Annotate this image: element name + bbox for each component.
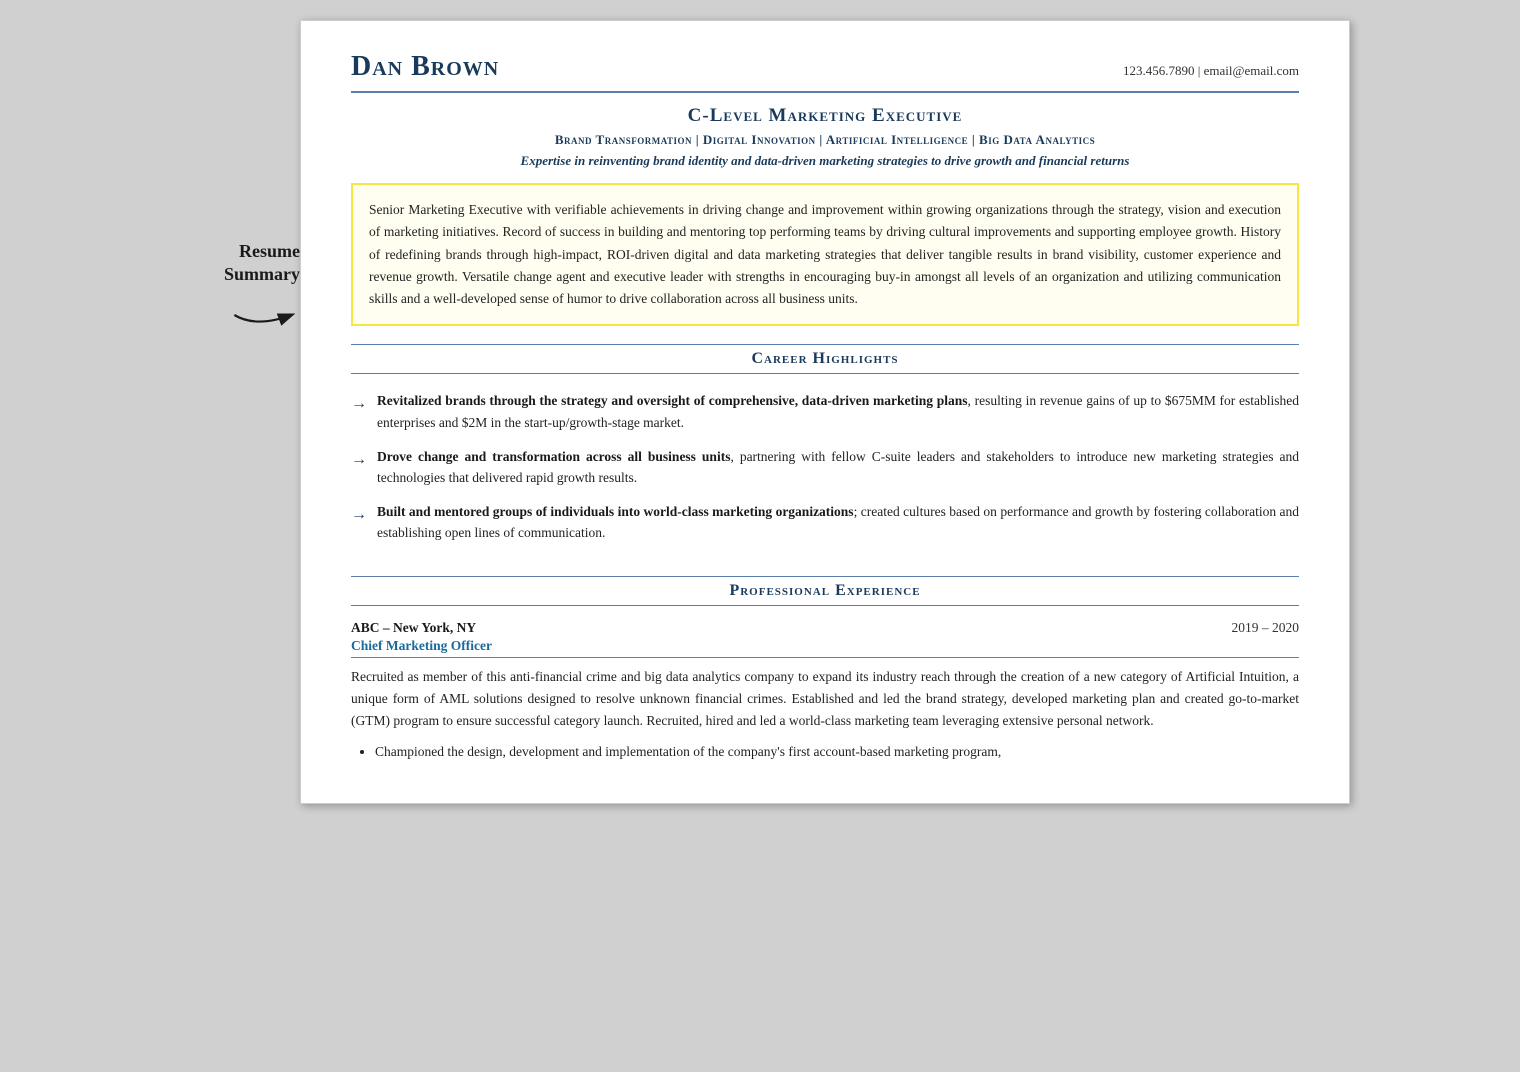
career-highlights-header: Career Highlights bbox=[351, 344, 1299, 374]
company-name: ABC – New York, NY bbox=[351, 620, 476, 636]
highlight-text-1: Revitalized brands through the strategy … bbox=[377, 390, 1299, 433]
company-bold: ABC bbox=[351, 620, 380, 635]
highlight-bold-2: Drove change and transformation across a… bbox=[377, 449, 730, 464]
professional-experience-header: Professional Experience bbox=[351, 576, 1299, 606]
highlight-text-3: Built and mentored groups of individuals… bbox=[377, 501, 1299, 544]
list-item: → Built and mentored groups of individua… bbox=[351, 501, 1299, 544]
job-bullets: Championed the design, development and i… bbox=[351, 741, 1299, 763]
bullet-arrow-icon: → bbox=[351, 502, 367, 528]
highlight-text-2: Drove change and transformation across a… bbox=[377, 446, 1299, 489]
highlight-bold-3: Built and mentored groups of individuals… bbox=[377, 504, 854, 519]
summary-text: Senior Marketing Executive with verifiab… bbox=[369, 202, 1281, 306]
role-title: Chief Marketing Officer bbox=[351, 638, 1299, 658]
title-block: C-Level Marketing Executive Brand Transf… bbox=[351, 105, 1299, 169]
specialties-line: Brand Transformation | Digital Innovatio… bbox=[351, 132, 1299, 148]
job-entry: ABC – New York, NY 2019 – 2020 Chief Mar… bbox=[351, 620, 1299, 763]
expertise-line: Expertise in reinventing brand identity … bbox=[351, 153, 1299, 169]
job-title: C-Level Marketing Executive bbox=[351, 105, 1299, 127]
arrow-annotation bbox=[230, 295, 300, 335]
candidate-name: Dan Brown bbox=[351, 51, 499, 83]
resume-document: Dan Brown 123.456.7890 | email@email.com… bbox=[300, 20, 1350, 804]
professional-experience-title: Professional Experience bbox=[351, 582, 1299, 600]
arrow-icon bbox=[230, 295, 300, 335]
job-description: Recruited as member of this anti-financi… bbox=[351, 666, 1299, 733]
date-range: 2019 – 2020 bbox=[1232, 620, 1300, 636]
company-suffix: – New York, NY bbox=[380, 620, 477, 635]
sidebar-annotation: Resume Summary bbox=[170, 20, 300, 335]
list-item: → Revitalized brands through the strateg… bbox=[351, 390, 1299, 433]
career-highlights-title: Career Highlights bbox=[351, 350, 1299, 368]
summary-box: Senior Marketing Executive with verifiab… bbox=[351, 183, 1299, 326]
list-item: → Drove change and transformation across… bbox=[351, 446, 1299, 489]
bullet-arrow-icon: → bbox=[351, 391, 367, 417]
header-section: Dan Brown 123.456.7890 | email@email.com bbox=[351, 51, 1299, 93]
highlights-list: → Revitalized brands through the strateg… bbox=[351, 380, 1299, 566]
highlight-bold-1: Revitalized brands through the strategy … bbox=[377, 393, 968, 408]
job-header-row: ABC – New York, NY 2019 – 2020 bbox=[351, 620, 1299, 636]
bullet-arrow-icon: → bbox=[351, 447, 367, 473]
sidebar-label-text: Resume Summary bbox=[224, 240, 300, 287]
list-item: Championed the design, development and i… bbox=[375, 741, 1299, 763]
contact-info: 123.456.7890 | email@email.com bbox=[1123, 63, 1299, 79]
